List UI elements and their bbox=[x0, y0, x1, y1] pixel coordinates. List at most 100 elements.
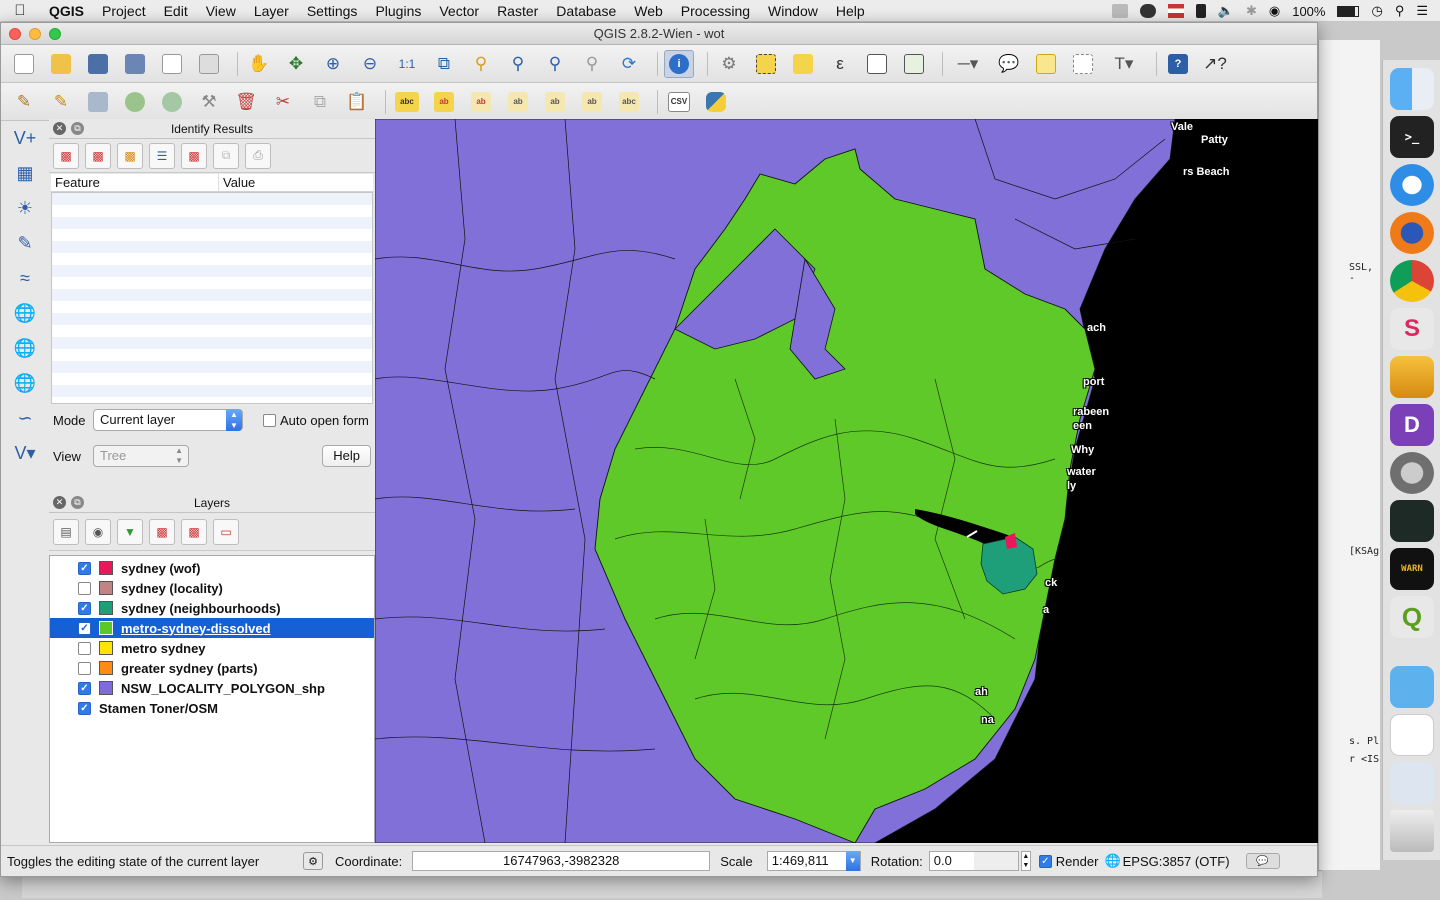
crs-button[interactable]: EPSG:3857 (OTF) bbox=[1123, 854, 1230, 869]
select-features-icon[interactable] bbox=[751, 50, 781, 78]
activity-monitor-icon[interactable] bbox=[1390, 500, 1434, 542]
run-feature-action-icon[interactable]: ⚙ bbox=[714, 50, 744, 78]
add-postgis-layer-icon[interactable]: ☀ bbox=[9, 192, 41, 224]
layer-visibility-checkbox[interactable] bbox=[78, 661, 91, 675]
menu-help[interactable]: Help bbox=[827, 3, 874, 19]
globe-icon[interactable]: 🌐 bbox=[1104, 853, 1120, 869]
print-icon[interactable]: ⎙ bbox=[245, 142, 271, 169]
close-window-button[interactable] bbox=[9, 28, 21, 40]
help-button[interactable]: Help bbox=[322, 445, 371, 467]
value-column-header[interactable]: Value bbox=[219, 174, 255, 191]
menu-window[interactable]: Window bbox=[759, 3, 827, 19]
close-icon[interactable]: ✕ bbox=[53, 122, 66, 135]
layer-visibility-checkbox[interactable]: ✓ bbox=[78, 561, 91, 575]
help-contents-icon[interactable]: ? bbox=[1163, 50, 1193, 78]
zoom-out-icon[interactable]: ⊖ bbox=[355, 50, 385, 78]
layer-labeling-icon[interactable]: abc bbox=[392, 88, 422, 116]
finder-icon[interactable] bbox=[1390, 68, 1434, 110]
select-by-expression-icon[interactable]: ε bbox=[825, 50, 855, 78]
zoom-last-icon[interactable]: ⚲ bbox=[540, 50, 570, 78]
layer-item[interactable]: ✓ NSW_LOCALITY_POLYGON_shp bbox=[50, 678, 374, 698]
float-icon[interactable]: ⧉ bbox=[71, 122, 84, 135]
map-tips-icon[interactable]: 💬 bbox=[994, 50, 1024, 78]
remove-layer-icon[interactable]: ▭ bbox=[213, 518, 239, 545]
messages-icon[interactable]: 💬 bbox=[1245, 853, 1280, 869]
layer-tree[interactable]: ✓ sydney (wof) sydney (locality) ✓ sydne… bbox=[49, 555, 375, 843]
add-group-icon[interactable]: ◉ bbox=[85, 518, 111, 545]
zoom-to-selection-icon[interactable]: ⚲ bbox=[466, 50, 496, 78]
menu-vector[interactable]: Vector bbox=[430, 3, 488, 19]
menu-database[interactable]: Database bbox=[547, 3, 625, 19]
layer-item[interactable]: metro sydney bbox=[50, 638, 374, 658]
lock-icon[interactable] bbox=[1195, 4, 1206, 18]
layer-visibility-checkbox[interactable] bbox=[78, 581, 91, 595]
save-layer-edits-icon[interactable] bbox=[83, 88, 113, 116]
zoom-full-icon[interactable]: ⧉ bbox=[429, 50, 459, 78]
zoom-window-button[interactable] bbox=[49, 28, 61, 40]
filter-legend-icon[interactable]: ▼ bbox=[117, 518, 143, 545]
add-wfs-layer-icon[interactable]: 🌐 bbox=[9, 367, 41, 399]
show-hide-labels-icon[interactable]: ab bbox=[503, 88, 533, 116]
show-bookmarks-icon[interactable] bbox=[1068, 50, 1098, 78]
battery-icon[interactable] bbox=[1337, 5, 1360, 17]
results-table-body[interactable] bbox=[51, 192, 373, 404]
wifi-icon[interactable]: ◉ bbox=[1269, 3, 1280, 19]
open-form-icon[interactable]: ☰ bbox=[149, 142, 175, 169]
open-attribute-table-icon[interactable] bbox=[862, 50, 892, 78]
trash-icon[interactable] bbox=[1390, 810, 1434, 852]
auto-open-form-checkbox[interactable] bbox=[263, 413, 276, 427]
scale-combo[interactable]: 1:469,811 ▼ bbox=[766, 851, 861, 871]
rotate-label-icon[interactable]: ab bbox=[577, 88, 607, 116]
delete-selected-icon[interactable]: 🗑 bbox=[231, 88, 261, 116]
add-delimited-text-icon[interactable]: CSV bbox=[664, 88, 694, 116]
zoom-next-icon[interactable]: ⚲ bbox=[577, 50, 607, 78]
menu-view[interactable]: View bbox=[197, 3, 245, 19]
menu-raster[interactable]: Raster bbox=[488, 3, 547, 19]
pan-to-selection-icon[interactable]: ✥ bbox=[281, 50, 311, 78]
expand-all-icon[interactable]: ▩ bbox=[149, 518, 175, 545]
apple-icon[interactable]:  bbox=[0, 2, 40, 19]
add-vector-layer-icon[interactable]: V+ bbox=[9, 122, 41, 154]
firefox-icon[interactable] bbox=[1390, 212, 1434, 254]
cut-features-icon[interactable]: ✂ bbox=[268, 88, 298, 116]
layer-item[interactable]: ✓ sydney (wof) bbox=[50, 558, 374, 578]
save-as-icon[interactable] bbox=[120, 50, 150, 78]
text-annotation-icon[interactable]: T▾ bbox=[1105, 50, 1143, 78]
rotation-stepper-icon[interactable]: ▲ ▼ bbox=[1020, 851, 1031, 871]
copy-features-icon[interactable]: ⧉ bbox=[305, 88, 335, 116]
feature-column-header[interactable]: Feature bbox=[51, 174, 219, 191]
layer-visibility-checkbox[interactable]: ✓ bbox=[78, 701, 91, 715]
add-feature-icon[interactable] bbox=[120, 88, 150, 116]
chrome-icon[interactable] bbox=[1390, 260, 1434, 302]
field-calculator-icon[interactable] bbox=[899, 50, 929, 78]
map-canvas[interactable]: Vale Patty rs Beach ach port rabeen een … bbox=[375, 119, 1318, 843]
layer-item[interactable]: sydney (locality) bbox=[50, 578, 374, 598]
new-shapefile-layer-icon[interactable]: V▾ bbox=[9, 437, 41, 469]
add-wcs-layer-icon[interactable]: 🌐 bbox=[9, 332, 41, 364]
layer-visibility-checkbox[interactable]: ✓ bbox=[78, 621, 91, 635]
clock-icon[interactable]: ◷ bbox=[1371, 3, 1382, 19]
add-raster-layer-icon[interactable]: ▦ bbox=[9, 157, 41, 189]
layer-visibility-checkbox[interactable] bbox=[78, 641, 91, 655]
battery-text[interactable]: 100% bbox=[1292, 4, 1325, 19]
composer-manager-icon[interactable] bbox=[194, 50, 224, 78]
menu-app[interactable]: QGIS bbox=[40, 3, 93, 19]
close-icon[interactable]: ✕ bbox=[53, 496, 66, 509]
add-delimited-text-layer-icon[interactable]: ∽ bbox=[9, 402, 41, 434]
menu-project[interactable]: Project bbox=[93, 3, 155, 19]
current-edits-icon[interactable]: ✎ bbox=[9, 88, 39, 116]
qgis-icon[interactable]: Q bbox=[1390, 596, 1434, 638]
clear-results-icon[interactable]: ▩ bbox=[181, 142, 207, 169]
zoom-native-icon[interactable]: 1:1 bbox=[392, 50, 422, 78]
render-checkbox[interactable]: ✓ bbox=[1038, 854, 1052, 868]
layer-visibility-checkbox[interactable]: ✓ bbox=[78, 681, 91, 695]
flag-icon[interactable] bbox=[1167, 4, 1184, 18]
spotlight-icon[interactable]: ⚲ bbox=[1395, 3, 1405, 19]
new-print-composer-icon[interactable] bbox=[157, 50, 187, 78]
menu-web[interactable]: Web bbox=[625, 3, 672, 19]
copy-feature-icon[interactable]: ⧉ bbox=[213, 142, 239, 169]
layer-item-selected[interactable]: ✓ metro-sydney-dissolved bbox=[50, 618, 374, 638]
expand-tree-icon[interactable]: ▩ bbox=[53, 142, 79, 169]
zoom-to-layer-icon[interactable]: ⚲ bbox=[503, 50, 533, 78]
zoom-in-icon[interactable]: ⊕ bbox=[318, 50, 348, 78]
